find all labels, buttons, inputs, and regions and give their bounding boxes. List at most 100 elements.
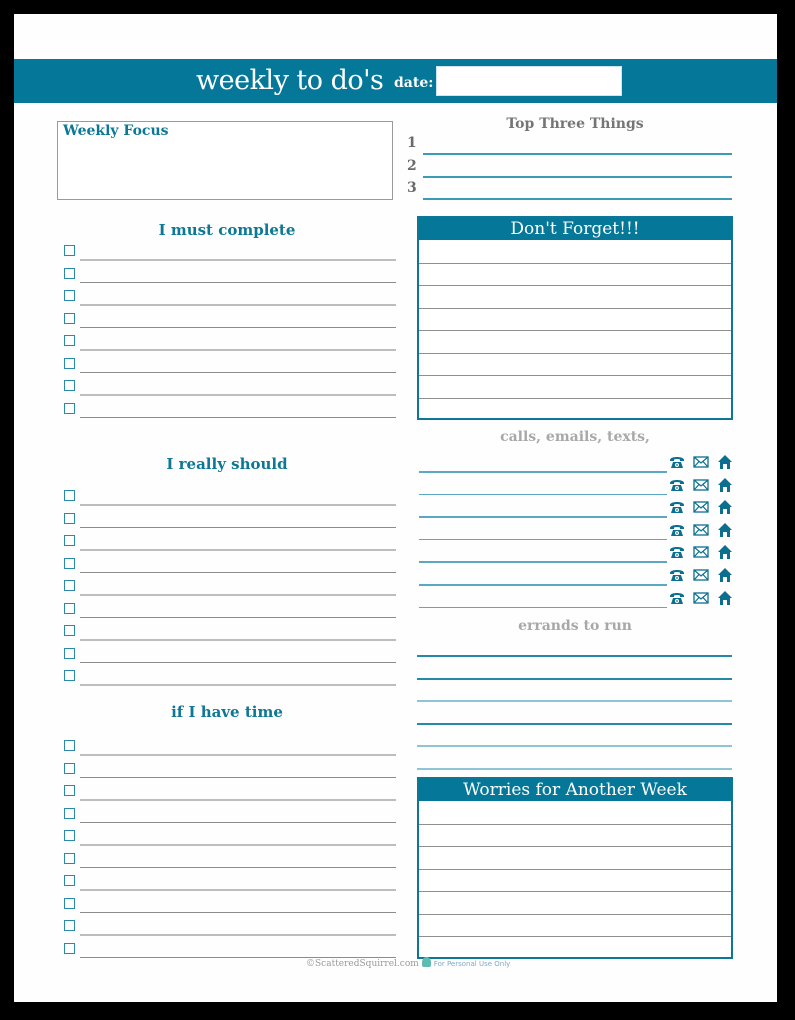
errand-line[interactable]	[417, 767, 732, 770]
checklist-item[interactable]	[64, 733, 396, 756]
worries-line[interactable]	[419, 846, 731, 869]
checklist-item[interactable]	[64, 823, 396, 846]
home-icon[interactable]	[717, 477, 733, 493]
contact-item[interactable]	[417, 495, 735, 518]
envelope-icon[interactable]	[693, 544, 709, 560]
contact-item[interactable]	[417, 473, 735, 496]
checklist-item[interactable]	[64, 528, 396, 551]
dont-forget-line[interactable]	[419, 397, 731, 421]
phone-icon[interactable]	[669, 590, 685, 606]
dont-forget-line[interactable]	[419, 307, 731, 331]
checkbox[interactable]	[64, 897, 75, 909]
top-three-item[interactable]: 2	[407, 158, 732, 178]
checkbox[interactable]	[64, 852, 75, 864]
phone-icon[interactable]	[669, 544, 685, 560]
checkbox[interactable]	[64, 807, 75, 819]
checklist-item[interactable]	[64, 756, 396, 778]
checklist-item[interactable]	[64, 641, 396, 663]
checkbox[interactable]	[64, 602, 75, 614]
checkbox[interactable]	[64, 535, 75, 546]
checklist-item[interactable]	[64, 551, 396, 573]
checklist-item[interactable]	[64, 328, 396, 351]
checkbox[interactable]	[64, 785, 75, 796]
worries-line[interactable]	[419, 801, 731, 824]
contact-item[interactable]	[417, 518, 735, 541]
home-icon[interactable]	[717, 522, 733, 538]
checklist-item[interactable]	[64, 868, 396, 891]
checkbox[interactable]	[64, 335, 75, 346]
contact-item[interactable]	[417, 586, 735, 609]
errand-line[interactable]	[417, 745, 732, 747]
errand-line[interactable]	[417, 722, 732, 725]
checkbox[interactable]	[64, 920, 75, 931]
checklist-item[interactable]	[64, 596, 396, 618]
contact-item[interactable]	[417, 450, 735, 473]
phone-icon[interactable]	[669, 522, 685, 538]
checklist-item[interactable]	[64, 283, 396, 306]
worries-line[interactable]	[419, 936, 731, 959]
checklist-item[interactable]	[64, 238, 396, 261]
dont-forget-line[interactable]	[419, 240, 731, 263]
envelope-icon[interactable]	[693, 567, 709, 583]
envelope-icon[interactable]	[693, 477, 709, 493]
checkbox[interactable]	[64, 512, 75, 524]
errand-line[interactable]	[417, 700, 732, 702]
checkbox[interactable]	[64, 402, 75, 414]
checkbox[interactable]	[64, 830, 75, 841]
phone-icon[interactable]	[669, 567, 685, 583]
top-three-item[interactable]: 3	[407, 180, 732, 200]
worries-line[interactable]	[419, 868, 731, 892]
checkbox[interactable]	[64, 380, 75, 391]
envelope-icon[interactable]	[693, 590, 709, 606]
home-icon[interactable]	[717, 454, 733, 470]
checkbox[interactable]	[64, 740, 75, 751]
checklist-item[interactable]	[64, 573, 396, 596]
errand-line[interactable]	[417, 655, 732, 657]
checklist-item[interactable]	[64, 846, 396, 868]
dont-forget-line[interactable]	[419, 285, 731, 308]
phone-icon[interactable]	[669, 477, 685, 493]
dont-forget-line[interactable]	[419, 262, 731, 286]
checkbox[interactable]	[64, 580, 75, 591]
checklist-item[interactable]	[64, 663, 396, 686]
checklist-item[interactable]	[64, 373, 396, 396]
contact-item[interactable]	[417, 540, 735, 563]
dont-forget-line[interactable]	[419, 352, 731, 376]
top-three-item[interactable]: 1	[407, 135, 732, 155]
checklist-item[interactable]	[64, 351, 396, 373]
checkbox[interactable]	[64, 312, 75, 324]
checkbox[interactable]	[64, 875, 75, 886]
checklist-item[interactable]	[64, 913, 396, 936]
checkbox[interactable]	[64, 647, 75, 659]
checkbox[interactable]	[64, 942, 75, 954]
checkbox[interactable]	[64, 357, 75, 369]
dont-forget-line[interactable]	[419, 330, 731, 353]
checklist-item[interactable]	[64, 778, 396, 801]
weekly-focus-box[interactable]: Weekly Focus	[57, 121, 393, 200]
phone-icon[interactable]	[669, 454, 685, 470]
dont-forget-line[interactable]	[419, 375, 731, 398]
checklist-item[interactable]	[64, 506, 396, 528]
checklist-item[interactable]	[64, 891, 396, 913]
checklist-item[interactable]	[64, 801, 396, 823]
checkbox[interactable]	[64, 762, 75, 774]
home-icon[interactable]	[717, 544, 733, 560]
checkbox[interactable]	[64, 245, 75, 256]
checklist-item[interactable]	[64, 936, 396, 958]
phone-icon[interactable]	[669, 499, 685, 515]
envelope-icon[interactable]	[693, 522, 709, 538]
checkbox[interactable]	[64, 290, 75, 301]
worries-line[interactable]	[419, 823, 731, 847]
envelope-icon[interactable]	[693, 454, 709, 470]
checklist-item[interactable]	[64, 396, 396, 418]
worries-line[interactable]	[419, 891, 731, 914]
home-icon[interactable]	[717, 499, 733, 515]
checklist-item[interactable]	[64, 618, 396, 641]
checklist-item[interactable]	[64, 306, 396, 328]
date-input[interactable]	[436, 66, 622, 96]
checkbox[interactable]	[64, 490, 75, 501]
checklist-item[interactable]	[64, 261, 396, 283]
envelope-icon[interactable]	[693, 499, 709, 515]
home-icon[interactable]	[717, 590, 733, 606]
home-icon[interactable]	[717, 567, 733, 583]
